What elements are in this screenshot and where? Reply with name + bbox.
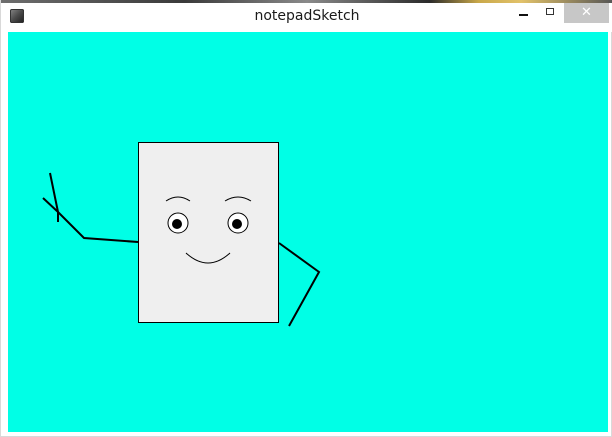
sketch-drawing: [42, 142, 321, 327]
maximize-button[interactable]: [538, 3, 562, 23]
character-body: [138, 142, 279, 323]
close-button[interactable]: ✕: [564, 3, 609, 23]
minimize-icon: [519, 14, 528, 16]
right-pupil: [232, 219, 242, 229]
maximize-icon: [546, 8, 554, 15]
close-icon: ✕: [581, 5, 592, 20]
title-bar[interactable]: notepadSketch ✕: [1, 3, 612, 32]
left-pupil: [172, 219, 182, 229]
minimize-button[interactable]: [513, 3, 535, 23]
sketch-canvas[interactable]: [8, 32, 608, 432]
app-window: notepadSketch ✕: [0, 0, 612, 437]
right-arm: [278, 242, 321, 327]
